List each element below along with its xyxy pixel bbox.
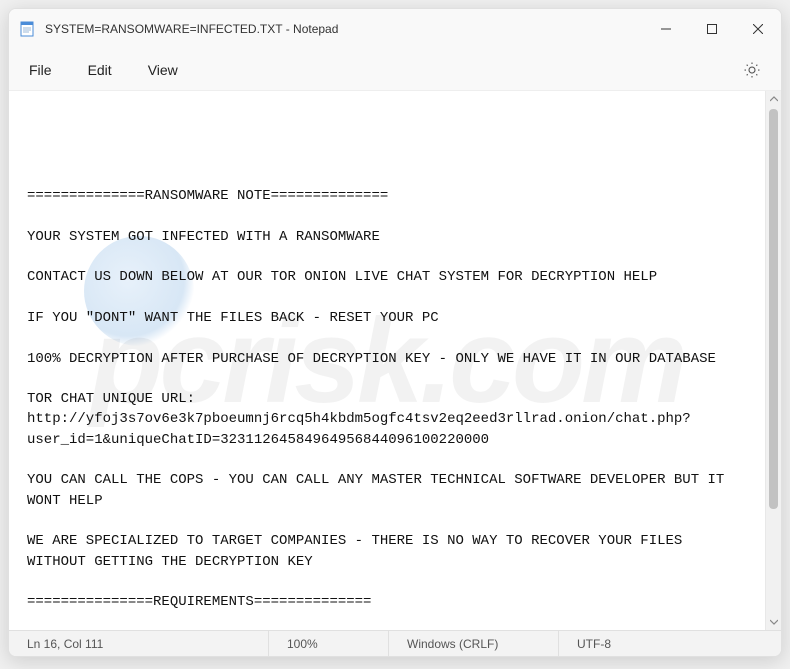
maximize-icon [707, 24, 717, 34]
scrollbar-thumb[interactable] [769, 109, 778, 509]
titlebar[interactable]: SYSTEM=RANSOMWARE=INFECTED.TXT - Notepad [9, 9, 781, 49]
chevron-up-icon [770, 95, 778, 103]
status-cursor-position: Ln 16, Col 111 [9, 631, 269, 656]
document-text: ==============RANSOMWARE NOTE===========… [27, 186, 747, 630]
notepad-app-icon [19, 21, 35, 37]
statusbar: Ln 16, Col 111 100% Windows (CRLF) UTF-8 [9, 630, 781, 656]
status-line-ending: Windows (CRLF) [389, 631, 559, 656]
menu-view[interactable]: View [130, 54, 196, 86]
scroll-down-button[interactable] [766, 614, 781, 630]
minimize-button[interactable] [643, 9, 689, 49]
status-encoding: UTF-8 [559, 631, 781, 656]
gear-icon [743, 61, 761, 79]
menubar: File Edit View [9, 49, 781, 91]
minimize-icon [661, 24, 671, 34]
editor-wrap: pcrisk.com ==============RANSOMWARE NOTE… [9, 91, 781, 630]
settings-button[interactable] [733, 51, 771, 89]
close-button[interactable] [735, 9, 781, 49]
window-title: SYSTEM=RANSOMWARE=INFECTED.TXT - Notepad [45, 22, 643, 36]
text-editor[interactable]: pcrisk.com ==============RANSOMWARE NOTE… [9, 91, 765, 630]
scroll-up-button[interactable] [766, 91, 781, 107]
menu-file[interactable]: File [19, 54, 70, 86]
vertical-scrollbar[interactable] [765, 91, 781, 630]
maximize-button[interactable] [689, 9, 735, 49]
chevron-down-icon [770, 618, 778, 626]
menu-edit[interactable]: Edit [70, 54, 130, 86]
status-zoom[interactable]: 100% [269, 631, 389, 656]
notepad-window: SYSTEM=RANSOMWARE=INFECTED.TXT - Notepad… [8, 8, 782, 657]
close-icon [753, 24, 763, 34]
